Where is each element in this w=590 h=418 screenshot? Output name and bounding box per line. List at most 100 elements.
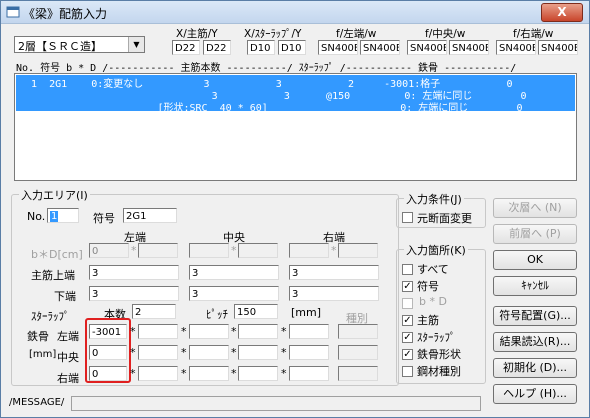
window-title: 《梁》配筋入力 <box>23 7 108 21</box>
right-f-field[interactable]: SN400B <box>496 40 536 55</box>
dialog-window: 《梁》配筋入力 X 2層【ＳＲＣ造】 ▼ X/主筋/Y D22 D22 X/ｽﾀ… <box>0 0 590 418</box>
steel-shape-checkbox[interactable]: ✓ <box>402 349 413 360</box>
bd-center-d-field[interactable] <box>238 243 278 258</box>
left-f-field[interactable]: SN400B <box>318 40 358 55</box>
no-label: No. <box>27 210 46 223</box>
main-bar-x-field[interactable]: D22 <box>172 40 200 55</box>
bd-star: * <box>131 244 137 257</box>
bd-check-label: b * D <box>419 295 447 308</box>
steel-center-t2-field[interactable] <box>289 345 329 360</box>
beam-list[interactable]: 1 2G1 0:変更なし 3 3 2 -3001:格子 0 3 3 @150 0… <box>14 73 577 181</box>
header-center-label: f/中央/w <box>425 28 466 40</box>
list-row: [形状:SRC 40 * 60] 0: 左端に同じ 0 <box>19 103 523 114</box>
ok-button[interactable]: OK <box>493 250 577 270</box>
steel-star: * <box>281 346 287 359</box>
close-button[interactable]: X <box>541 3 583 22</box>
steel-left-t2-field[interactable] <box>289 324 329 339</box>
steel-center-label: 中央 <box>57 351 79 364</box>
main-top-right-field[interactable]: 3 <box>289 265 379 280</box>
steel-right-type-field[interactable] <box>338 366 378 381</box>
steel-star: * <box>181 367 187 380</box>
steel-right-label: 右端 <box>57 372 79 385</box>
steel-star: * <box>231 325 237 338</box>
steel-star: * <box>281 325 287 338</box>
mm-label: [mm] <box>291 306 322 319</box>
main-bottom-right-field[interactable]: 3 <box>289 286 379 301</box>
steel-right-t2-field[interactable] <box>289 366 329 381</box>
next-floor-button[interactable]: 次層へ (N) <box>493 198 577 218</box>
main-top-center-field[interactable]: 3 <box>189 265 279 280</box>
cancel-button[interactable]: ｷｬﾝｾﾙ <box>493 276 577 296</box>
steel-star: * <box>130 346 136 359</box>
floor-select[interactable]: 2層【ＳＲＣ造】 ▼ <box>14 36 145 53</box>
steel-left-b-field[interactable] <box>189 324 229 339</box>
fugo-checkbox[interactable]: ✓ <box>402 281 413 292</box>
header-right-label: f/右端/w <box>513 28 554 40</box>
sign-layout-button[interactable]: 符号配置(G)... <box>493 306 577 326</box>
bd-checkbox[interactable] <box>402 298 413 309</box>
steel-right-b-field[interactable] <box>189 366 229 381</box>
fugo-label: 符号 <box>93 212 115 225</box>
selected-row[interactable]: 1 2G1 0:変更なし 3 3 2 -3001:格子 0 3 3 @150 0… <box>16 75 575 114</box>
main-bottom-left-field[interactable]: 3 <box>89 286 179 301</box>
count-field[interactable]: 2 <box>132 304 176 319</box>
initialize-button[interactable]: 初期化 (D)... <box>493 358 577 378</box>
load-result-button[interactable]: 結果読込(R)... <box>493 332 577 352</box>
stirrup-y-field[interactable]: D10 <box>278 40 306 55</box>
status-bar: /MESSAGE/ <box>1 392 589 416</box>
steel-left-type-field[interactable] <box>338 324 378 339</box>
stirrup-checkbox[interactable]: ✓ <box>402 332 413 343</box>
steel-right-d-field[interactable] <box>138 366 178 381</box>
input-condition-title: 入力条件(J) <box>404 191 464 207</box>
bd-center-b-field[interactable] <box>189 243 229 258</box>
header-main-label: X/主筋/Y <box>176 28 218 40</box>
center-w-field[interactable]: SN400B <box>449 40 489 55</box>
bd-left-b-field[interactable]: 0 <box>89 243 129 258</box>
fugo-field[interactable]: 2G1 <box>123 208 177 223</box>
main-top-left-field[interactable]: 3 <box>89 265 179 280</box>
main-bar-y-field[interactable]: D22 <box>203 40 231 55</box>
steel-star: * <box>181 346 187 359</box>
steel-star: * <box>181 325 187 338</box>
main-bar-check-label: 主筋 <box>417 314 439 327</box>
main-bottom-label: 下端 <box>54 290 76 303</box>
steel-type-checkbox[interactable] <box>402 366 413 377</box>
left-w-field[interactable]: SN400B <box>360 40 400 55</box>
pitch-field[interactable]: 150 <box>234 304 278 319</box>
steel-center-d-field[interactable] <box>138 345 178 360</box>
section-change-checkbox[interactable] <box>402 212 413 223</box>
bd-right-b-field[interactable] <box>289 243 329 258</box>
header-left-label: f/左端/w <box>336 28 377 40</box>
bd-star: * <box>331 244 337 257</box>
all-label: すべて <box>417 263 449 276</box>
app-icon <box>6 6 20 18</box>
steel-left-d-field[interactable] <box>138 324 178 339</box>
no-field[interactable]: 1 <box>47 208 79 223</box>
floor-select-value: 2層【ＳＲＣ造】 <box>18 40 102 53</box>
main-bar-checkbox[interactable]: ✓ <box>402 315 413 326</box>
stirrup-check-label: ｽﾀｰﾗｯﾌﾟ <box>417 331 456 344</box>
steel-star: * <box>231 346 237 359</box>
steel-center-t1-field[interactable] <box>238 345 278 360</box>
bd-label: b＊D[cm] <box>31 248 83 261</box>
highlight-box <box>85 318 131 383</box>
main-bottom-center-field[interactable]: 3 <box>189 286 279 301</box>
pitch-label: ﾋﾟｯﾁ <box>206 308 228 321</box>
steel-left-label: 左端 <box>57 330 79 343</box>
steel-star: * <box>130 325 136 338</box>
bd-left-d-field[interactable] <box>138 243 178 258</box>
input-location-title: 入力箇所(K) <box>404 242 468 258</box>
steel-center-b-field[interactable] <box>189 345 229 360</box>
stirrup-x-field[interactable]: D10 <box>247 40 275 55</box>
prev-floor-button[interactable]: 前層へ (P) <box>493 224 577 244</box>
all-checkbox[interactable] <box>402 264 413 275</box>
bd-right-d-field[interactable] <box>338 243 378 258</box>
right-w-field[interactable]: SN400B <box>538 40 578 55</box>
steel-mm-label: [mm] <box>29 349 57 360</box>
steel-right-t1-field[interactable] <box>238 366 278 381</box>
center-f-field[interactable]: SN400B <box>407 40 447 55</box>
chevron-down-icon[interactable]: ▼ <box>128 37 144 52</box>
steel-left-t1-field[interactable] <box>238 324 278 339</box>
steel-center-type-field[interactable] <box>338 345 378 360</box>
steel-star: * <box>130 367 136 380</box>
